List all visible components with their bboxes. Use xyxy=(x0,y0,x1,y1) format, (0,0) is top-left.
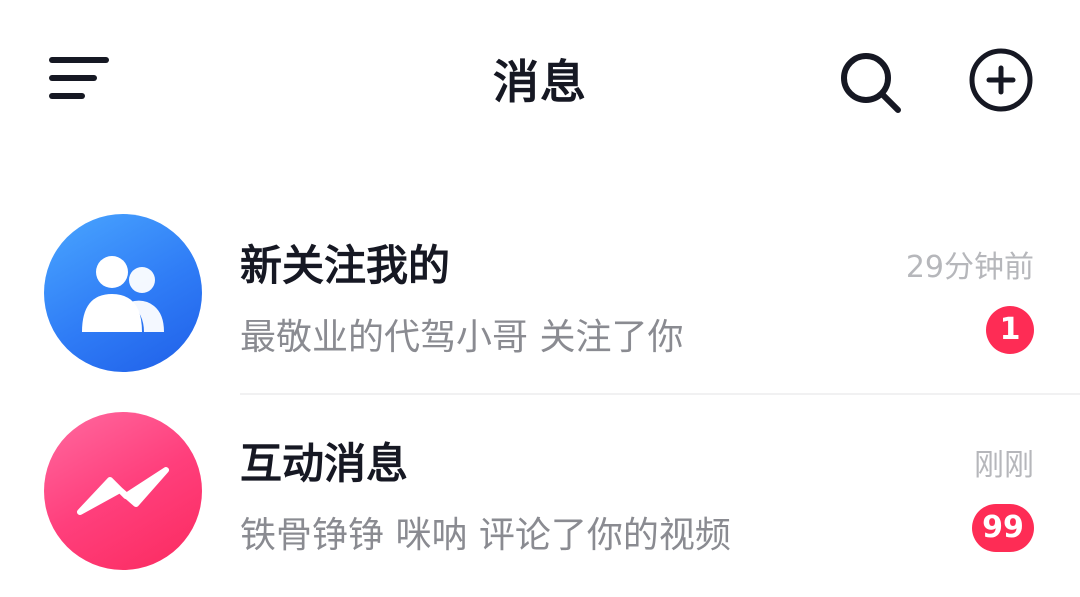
row-timestamp: 29分钟前 xyxy=(905,250,1034,285)
interactions-avatar xyxy=(44,412,202,570)
messages-screen: 消息 新关注我的 最敬业的代驾小哥 关注了你 29分钟前 1 互动消息 铁骨铮铮… xyxy=(0,0,1080,597)
unread-badge: 1 xyxy=(986,306,1034,354)
top-bar: 消息 xyxy=(0,0,1080,160)
menu-button[interactable] xyxy=(44,50,114,106)
row-subtitle: 铁骨铮铮 咪呐 评论了你的视频 xyxy=(240,515,731,556)
list-item-new-followers[interactable]: 新关注我的 最敬业的代驾小哥 关注了你 29分钟前 1 xyxy=(0,200,1080,390)
new-followers-avatar xyxy=(44,214,202,372)
list-item-interactions[interactable]: 互动消息 铁骨铮铮 咪呐 评论了你的视频 刚刚 99 xyxy=(0,398,1080,588)
plus-circle-icon xyxy=(969,48,1033,112)
users-icon xyxy=(82,256,164,332)
row-timestamp: 刚刚 xyxy=(974,448,1034,483)
page-title: 消息 xyxy=(493,55,587,109)
search-icon xyxy=(841,53,901,113)
unread-badge: 99 xyxy=(972,504,1034,552)
add-button[interactable] xyxy=(964,46,1038,120)
menu-lines-icon xyxy=(49,57,109,99)
row-subtitle: 最敬业的代驾小哥 关注了你 xyxy=(240,317,684,358)
search-button[interactable] xyxy=(836,48,906,118)
row-title: 新关注我的 xyxy=(240,241,451,290)
divider xyxy=(240,393,1080,395)
row-title: 互动消息 xyxy=(240,439,409,488)
lightning-icon xyxy=(77,467,169,515)
